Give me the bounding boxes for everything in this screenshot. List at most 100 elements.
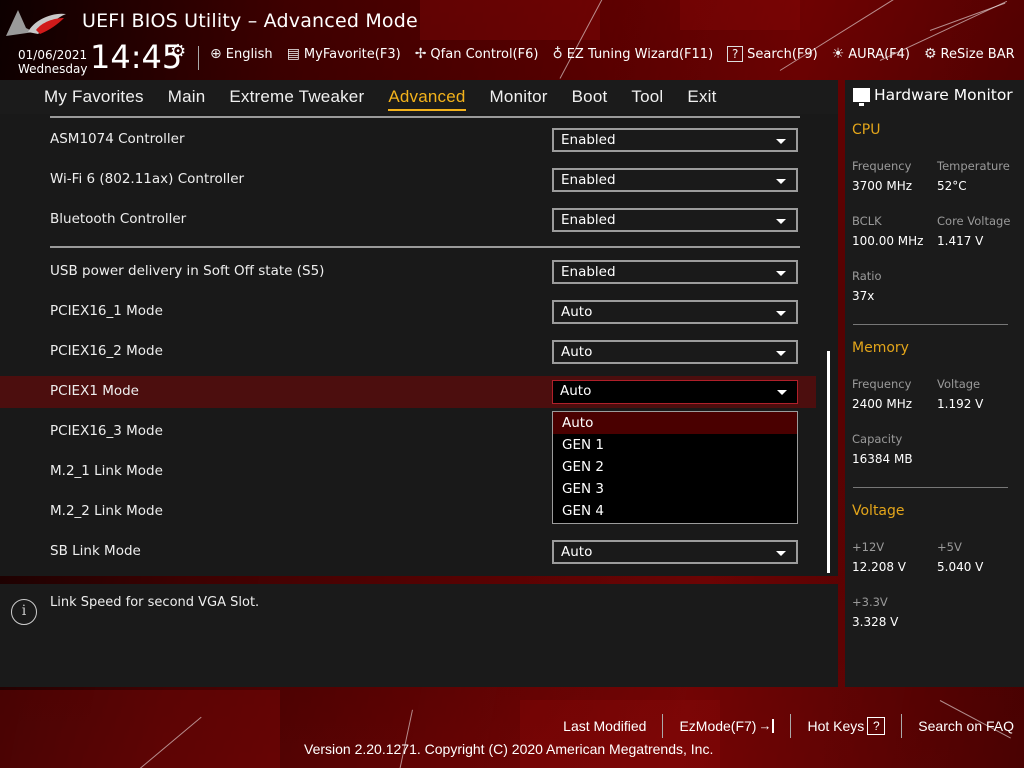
aura-button[interactable]: ☀ AURA(F4) bbox=[832, 46, 910, 62]
setting-row-sb-link[interactable]: SB Link Mode Auto bbox=[0, 536, 816, 568]
hardware-monitor-label: Hardware Monitor bbox=[874, 86, 1013, 104]
dropdown-option-gen3[interactable]: GEN 3 bbox=[553, 478, 797, 500]
app-title: UEFI BIOS Utility – Advanced Mode bbox=[82, 10, 418, 32]
tab-bar: My Favorites Main Extreme Tweaker Advanc… bbox=[0, 80, 838, 114]
cpu-frequency-label: Frequency bbox=[852, 159, 912, 173]
setting-dropdown[interactable]: Auto bbox=[552, 300, 798, 324]
setting-label: M.2_2 Link Mode bbox=[50, 503, 163, 519]
v12-label: +12V bbox=[852, 540, 885, 554]
tab-tool[interactable]: Tool bbox=[631, 87, 663, 107]
scrollbar[interactable] bbox=[827, 351, 830, 573]
setting-row-bluetooth[interactable]: Bluetooth Controller Enabled bbox=[0, 204, 816, 236]
memory-capacity-value: 16384 MB bbox=[852, 452, 913, 466]
tab-main[interactable]: Main bbox=[168, 87, 206, 107]
info-icon: i bbox=[11, 599, 37, 625]
dropdown-value: Auto bbox=[560, 383, 592, 399]
fan-icon: ✢ bbox=[414, 46, 427, 62]
tab-monitor[interactable]: Monitor bbox=[490, 87, 548, 107]
v33-value: 3.328 V bbox=[852, 615, 899, 629]
dropdown-option-gen1[interactable]: GEN 1 bbox=[553, 434, 797, 456]
tab-my-favorites[interactable]: My Favorites bbox=[44, 87, 144, 107]
v33-label: +3.3V bbox=[852, 595, 888, 609]
setting-dropdown[interactable]: Auto bbox=[552, 380, 798, 404]
setting-label: Bluetooth Controller bbox=[50, 211, 187, 227]
language-label: English bbox=[225, 46, 273, 62]
setting-row-pciex16-2[interactable]: PCIEX16_2 Mode Auto bbox=[0, 336, 816, 368]
globe-icon: ⊕ bbox=[210, 46, 222, 62]
setting-dropdown[interactable]: Enabled bbox=[552, 168, 798, 192]
setting-label: ASM1074 Controller bbox=[50, 131, 185, 147]
section-divider bbox=[50, 116, 800, 118]
language-button[interactable]: ⊕ English bbox=[210, 46, 273, 62]
favorite-list-icon: ▤ bbox=[286, 46, 300, 62]
ez-tuning-wizard-button[interactable]: ♁ EZ Tuning Wizard(F11) bbox=[552, 46, 713, 62]
setting-row-pciex1[interactable]: PCIEX1 Mode Auto bbox=[0, 376, 816, 408]
setting-label: PCIEX16_1 Mode bbox=[50, 303, 163, 319]
dropdown-option-gen2[interactable]: GEN 2 bbox=[553, 456, 797, 478]
v5-value: 5.040 V bbox=[937, 560, 984, 574]
exit-arrow-icon: → bbox=[758, 719, 775, 733]
cpu-temperature-value: 52°C bbox=[937, 179, 967, 193]
hot-keys-button[interactable]: Hot Keys ? bbox=[791, 717, 901, 735]
rog-logo-icon bbox=[6, 10, 66, 36]
resize-bar-button[interactable]: ⚙ ReSize BAR bbox=[924, 46, 1015, 62]
ezmode-label: EzMode(F7) bbox=[679, 718, 757, 734]
setting-dropdown[interactable]: Auto bbox=[552, 340, 798, 364]
search-button[interactable]: ? Search(F9) bbox=[727, 46, 818, 62]
aura-label: AURA(F4) bbox=[848, 46, 910, 62]
setting-row-usb-power-s5[interactable]: USB power delivery in Soft Off state (S5… bbox=[0, 256, 816, 288]
qfan-label: Qfan Control(F6) bbox=[430, 46, 539, 62]
setting-row-asm1074[interactable]: ASM1074 Controller Enabled bbox=[0, 124, 816, 156]
date-display: 01/06/2021 Wednesday bbox=[18, 48, 87, 76]
last-modified-button[interactable]: Last Modified bbox=[547, 718, 662, 734]
search-faq-button[interactable]: Search on FAQ bbox=[902, 718, 1014, 734]
setting-row-pciex16-1[interactable]: PCIEX16_1 Mode Auto bbox=[0, 296, 816, 328]
setting-dropdown[interactable]: Auto bbox=[552, 540, 798, 564]
ratio-value: 37x bbox=[852, 289, 875, 303]
myfavorite-label: MyFavorite(F3) bbox=[303, 46, 401, 62]
aura-light-icon: ☀ bbox=[831, 46, 845, 62]
setting-label: M.2_1 Link Mode bbox=[50, 463, 163, 479]
caret-down-icon bbox=[776, 179, 786, 184]
qfan-control-button[interactable]: ✢ Qfan Control(F6) bbox=[415, 46, 539, 62]
setting-dropdown[interactable]: Enabled bbox=[552, 208, 798, 232]
setting-dropdown[interactable]: Enabled bbox=[552, 128, 798, 152]
section-divider bbox=[853, 324, 1008, 325]
lightbulb-icon: ♁ bbox=[552, 46, 563, 62]
ezmode-button[interactable]: EzMode(F7) → bbox=[663, 718, 790, 734]
resize-bar-icon: ⚙ bbox=[923, 46, 937, 62]
dropdown-value: Enabled bbox=[561, 172, 616, 188]
memory-frequency-label: Frequency bbox=[852, 377, 912, 391]
dropdown-value: Auto bbox=[561, 544, 593, 560]
toolbar: ⊕ English ▤ MyFavorite(F3) ✢ Qfan Contro… bbox=[210, 46, 1024, 62]
core-voltage-label: Core Voltage bbox=[937, 214, 1011, 228]
caret-down-icon bbox=[776, 219, 786, 224]
setting-row-wifi[interactable]: Wi-Fi 6 (802.11ax) Controller Enabled bbox=[0, 164, 816, 196]
gear-icon[interactable]: ⚙ bbox=[170, 41, 186, 62]
tab-extreme-tweaker[interactable]: Extreme Tweaker bbox=[229, 87, 364, 107]
bclk-value: 100.00 MHz bbox=[852, 234, 924, 248]
cpu-frequency-value: 3700 MHz bbox=[852, 179, 913, 193]
caret-down-icon bbox=[776, 311, 786, 316]
myfavorite-button[interactable]: ▤ MyFavorite(F3) bbox=[287, 46, 401, 62]
tab-advanced[interactable]: Advanced bbox=[388, 87, 466, 111]
memory-capacity-label: Capacity bbox=[852, 432, 903, 446]
last-modified-label: Last Modified bbox=[563, 718, 647, 734]
question-icon: ? bbox=[867, 717, 886, 735]
v12-value: 12.208 V bbox=[852, 560, 907, 574]
cpu-temperature-label: Temperature bbox=[937, 159, 1010, 173]
setting-dropdown[interactable]: Enabled bbox=[552, 260, 798, 284]
clock: 14:45 bbox=[90, 38, 183, 76]
ez-tuning-label: EZ Tuning Wizard(F11) bbox=[566, 46, 714, 62]
caret-down-icon bbox=[777, 390, 787, 395]
tab-exit[interactable]: Exit bbox=[687, 87, 716, 107]
setting-label: SB Link Mode bbox=[50, 543, 141, 559]
dropdown-option-auto[interactable]: Auto bbox=[553, 412, 797, 434]
date-text: 01/06/2021 bbox=[18, 48, 88, 62]
dropdown-option-gen4[interactable]: GEN 4 bbox=[553, 500, 797, 522]
setting-label: PCIEX16_2 Mode bbox=[50, 343, 163, 359]
caret-down-icon bbox=[776, 551, 786, 556]
tab-boot[interactable]: Boot bbox=[572, 87, 608, 107]
hardware-monitor-title: Hardware Monitor bbox=[853, 86, 1013, 106]
day-text: Wednesday bbox=[18, 62, 88, 76]
